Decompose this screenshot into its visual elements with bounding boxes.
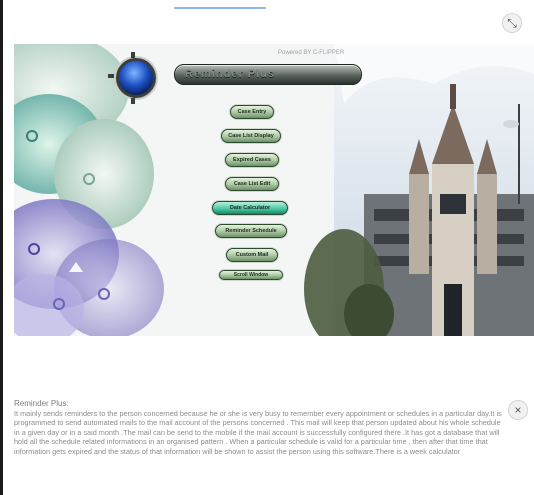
case-list-edit-button[interactable]: Case List Edit [225, 177, 279, 191]
description-body: It mainly sends reminders to the person … [14, 408, 502, 456]
app-banner: Powered BY C-FLIPPER Reminder Plus Case … [14, 44, 534, 336]
scroll-window-button[interactable]: Scroll Window [219, 270, 283, 280]
close-x-icon: × [514, 403, 522, 417]
orb-tick-top [131, 52, 135, 58]
globe-icon [116, 58, 156, 98]
date-calculator-button[interactable]: Date Calculator [212, 201, 288, 215]
building-photo [304, 44, 534, 336]
app-title-bar: Reminder Plus [174, 64, 362, 85]
window-left-border [0, 0, 3, 495]
top-accent-line [174, 7, 266, 9]
expand-arrows-icon: ⤡ [507, 16, 517, 30]
orb-tick-left [108, 74, 114, 78]
expired-cases-button[interactable]: Expired Cases [225, 153, 279, 167]
powered-by-label: Powered BY C-FLIPPER [278, 50, 345, 56]
custom-mail-button[interactable]: Custom Mail [226, 248, 278, 262]
case-entry-button[interactable]: Case Entry [230, 105, 274, 119]
description-heading: Reminder Plus: [14, 399, 69, 408]
app-description: Reminder Plus: It mainly sends reminders… [14, 399, 506, 457]
app-title: Reminder Plus [185, 68, 276, 80]
orb-tick-bottom [131, 98, 135, 104]
close-caption-button[interactable]: × [508, 400, 528, 420]
case-list-display-button[interactable]: Case List Display [221, 129, 281, 143]
reminder-schedule-button[interactable]: Reminder Schedule [215, 224, 287, 238]
expand-button[interactable]: ⤡ [502, 13, 522, 33]
